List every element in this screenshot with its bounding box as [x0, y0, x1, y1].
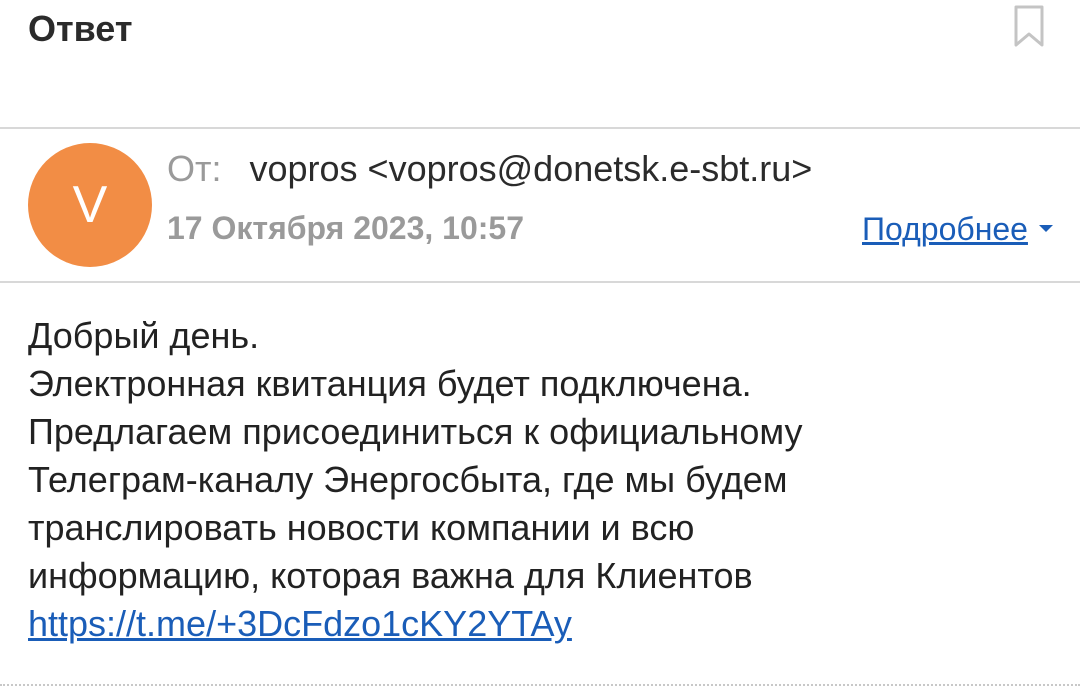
- header-divider: [0, 127, 1080, 129]
- sender-divider: [0, 281, 1080, 283]
- caret-down-icon[interactable]: [1039, 225, 1053, 232]
- message-line: Добрый день.: [28, 315, 260, 356]
- sender-avatar: V: [28, 143, 152, 267]
- sender-address[interactable]: vopros <vopros@donetsk.e-sbt.ru>: [250, 148, 813, 189]
- from-row: От: vopros <vopros@donetsk.e-sbt.ru>: [167, 146, 812, 192]
- from-label: От:: [167, 148, 222, 189]
- message-line: Предлагаем присоединиться к официальному: [28, 411, 803, 452]
- message-line: транслировать новости компании и всю: [28, 507, 695, 548]
- email-view: Ответ V От: vopros <vopros@donetsk.e-sbt.…: [0, 0, 1080, 700]
- details-link[interactable]: Подробнее: [862, 209, 1028, 249]
- message-body: Добрый день. Электронная квитанция будет…: [28, 312, 1058, 648]
- email-subject: Ответ: [28, 8, 133, 49]
- email-date: 17 Октября 2023, 10:57: [167, 210, 524, 246]
- message-line: информацию, которая важна для Клиентов: [28, 555, 753, 596]
- message-line: Электронная квитанция будет подключена.: [28, 363, 752, 404]
- footer-divider: [0, 684, 1080, 686]
- message-line: Телеграм-каналу Энергосбыта, где мы буде…: [28, 459, 788, 500]
- bookmark-icon[interactable]: [1011, 4, 1047, 48]
- telegram-link[interactable]: https://t.me/+3DcFdzo1cKY2YTAy: [28, 600, 572, 648]
